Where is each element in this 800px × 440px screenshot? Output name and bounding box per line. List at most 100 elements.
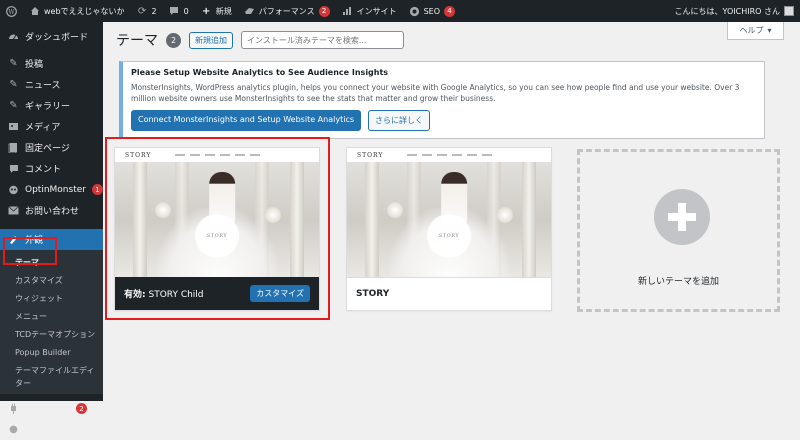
updates-link[interactable]: ⟳ 2 [131,0,163,22]
plugins-badge: 2 [76,403,88,414]
site-name: webでええじゃないか [44,6,125,16]
performance-link[interactable]: パフォーマンス 2 [238,0,336,22]
learn-more-button[interactable]: さらに詳しく [368,110,431,131]
sidebar-item-label: ダッシュボード [25,33,89,43]
pin-icon: ✎ [9,100,18,111]
sidebar-item-plugins[interactable]: プラグイン 2 [0,398,103,419]
updates-count: 2 [151,6,157,16]
theme-count-badge: 2 [166,32,181,48]
sidebar-item-label: OptinMonster [25,184,86,195]
greeting: こんにちは、YOICHIRO さん [674,6,780,16]
chevron-down-icon: ▾ [767,26,772,35]
new-label: 新規 [215,6,232,16]
plugin-icon [8,403,19,414]
submenu-popup-builder[interactable]: Popup Builder [0,344,103,362]
site-name-link[interactable]: webでええじゃないか [23,0,131,22]
comments-link[interactable]: 0 [163,0,195,22]
performance-badge: 2 [318,5,330,17]
wordpress-icon: W [6,5,17,17]
sidebar-item-pages[interactable]: 固定ページ [0,137,103,158]
media-icon [8,121,19,132]
connect-monsterinsights-button[interactable]: Connect MonsterInsights and Setup Websit… [131,110,362,131]
notice-title: Please Setup Website Analytics to See Au… [131,68,389,77]
users-icon: ● [9,424,18,435]
bar-chart-icon [342,6,353,17]
highlight-box-active-theme [105,137,330,320]
sidebar-item-users[interactable]: ● ユーザー [0,419,103,440]
appearance-submenu: テーマ カスタマイズ ウィジェット メニュー TCDテーマオプション Popup… [0,250,103,394]
sidebar-item-media[interactable]: メディア [0,116,103,137]
seo-badge: 4 [444,5,456,17]
help-label: ヘルプ [739,26,764,35]
screenshot-nav: STORY [347,148,551,162]
page-icon [8,142,19,153]
screenshot-emblem: STORY [427,214,471,258]
sidebar-item-label: プラグイン [25,405,71,415]
avatar [784,6,794,16]
submenu-menus[interactable]: メニュー [0,308,103,326]
optinmonster-icon [8,184,19,195]
seo-link[interactable]: SEO 4 [403,0,461,22]
theme-search-input[interactable] [241,31,404,49]
theme-name: STORY [356,289,390,299]
bride-photo: STORY [347,162,551,278]
sidebar-item-label: ユーザー [25,426,61,436]
sidebar-item-contact[interactable]: お問い合わせ [0,200,103,221]
sidebar-item-optinmonster[interactable]: OptinMonster 1 [0,179,103,200]
comment-icon [8,163,19,174]
notice-text: MonsterInsights, WordPress analytics plu… [131,83,740,103]
home-icon [29,6,40,17]
insights-label: インサイト [356,6,397,16]
sidebar-item-news[interactable]: ✎ ニュース [0,74,103,95]
pin-icon: ✎ [9,79,18,90]
analytics-notice: Please Setup Website Analytics to See Au… [119,61,765,139]
highlight-box-themes [3,237,57,265]
add-new-theme-card[interactable]: 新しいテーマを追加 [577,149,780,312]
comments-count: 0 [183,6,189,16]
page-header: テーマ 2 新規追加 [116,30,404,50]
submenu-widgets[interactable]: ウィジェット [0,290,103,308]
plus-icon: + [202,5,211,17]
seo-gear-icon [409,6,420,17]
sidebar-item-comments[interactable]: コメント [0,158,103,179]
help-tab[interactable]: ヘルプ ▾ [727,22,784,40]
submenu-tcd-options[interactable]: TCDテーマオプション [0,326,103,344]
pin-icon: ✎ [9,58,18,69]
sidebar-item-label: メディア [25,123,61,133]
add-new-theme-label: 新しいテーマを追加 [637,277,719,287]
submenu-customize[interactable]: カスタマイズ [0,272,103,290]
sidebar-item-dashboard[interactable]: ダッシュボード [0,26,103,47]
wordpress-logo[interactable]: W [0,0,23,22]
plus-icon [654,189,710,245]
page-title: テーマ [116,33,158,49]
sidebar-item-label: コメント [25,165,62,175]
dashboard-icon [8,31,19,42]
theme-screenshot: STORY STORY [347,148,551,278]
notice-actions: Connect MonsterInsights and Setup Websit… [131,110,756,131]
comment-icon [169,6,180,17]
new-content-link[interactable]: + 新規 [195,0,238,22]
sidebar-item-label: 固定ページ [25,144,70,154]
admin-sidebar: ダッシュボード ✎ 投稿 ✎ ニュース ✎ ギャラリー メディア 固定ページ コ… [0,22,103,436]
admin-bar: W webでええじゃないか ⟳ 2 0 + 新規 パフォーマンス 2 インサイト [0,0,800,22]
sidebar-item-label: ギャラリー [25,102,71,112]
sidebar-item-label: 投稿 [25,60,44,70]
mail-icon [8,205,19,216]
performance-label: パフォーマンス [258,6,315,16]
refresh-icon: ⟳ [137,5,147,17]
svg-text:W: W [8,9,15,16]
insights-link[interactable]: インサイト [336,0,403,22]
sidebar-item-gallery[interactable]: ✎ ギャラリー [0,95,103,116]
optinmonster-badge: 1 [91,184,103,195]
sidebar-item-label: お問い合わせ [25,207,80,217]
sidebar-item-label: ニュース [25,81,61,91]
theme-name-footer: STORY [347,277,551,310]
add-new-button[interactable]: 新規追加 [189,31,233,49]
sidebar-item-posts[interactable]: ✎ 投稿 [0,53,103,74]
performance-icon [244,6,255,17]
submenu-theme-file-editor[interactable]: テーマファイルエディター [0,362,100,390]
seo-label: SEO [423,6,441,16]
account-menu[interactable]: こんにちは、YOICHIRO さん [675,6,800,17]
theme-card-story[interactable]: STORY STORY STORY [346,147,552,311]
screenshot-logo: STORY [357,151,384,159]
